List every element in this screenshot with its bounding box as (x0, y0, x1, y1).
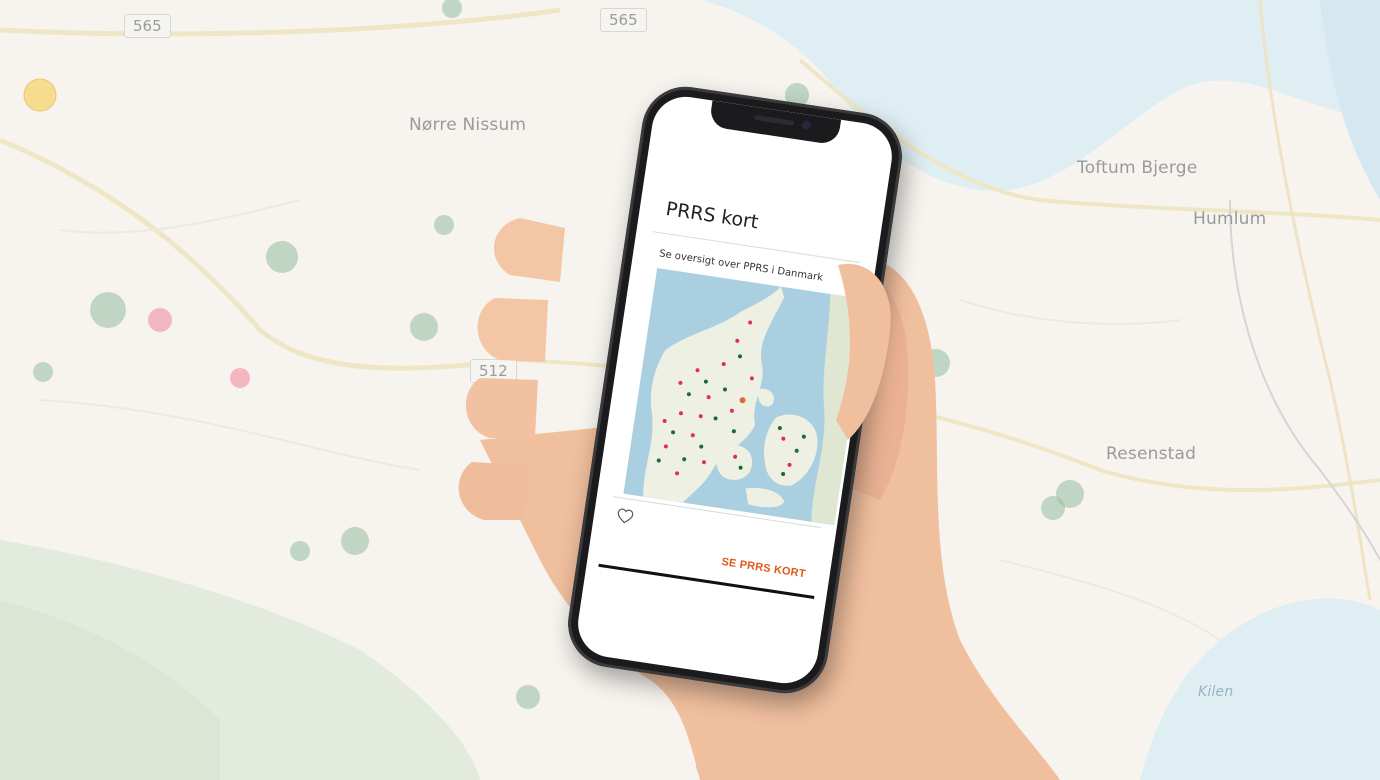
phone-notch (708, 100, 842, 146)
denmark-prrs-map[interactable] (623, 268, 868, 526)
heart-outline-icon[interactable] (615, 507, 635, 525)
speaker-grille (754, 114, 795, 126)
card-title: PRRS kort (664, 197, 760, 234)
see-prrs-map-button[interactable]: SE PRRS KORT (721, 556, 807, 580)
front-camera (801, 120, 812, 131)
